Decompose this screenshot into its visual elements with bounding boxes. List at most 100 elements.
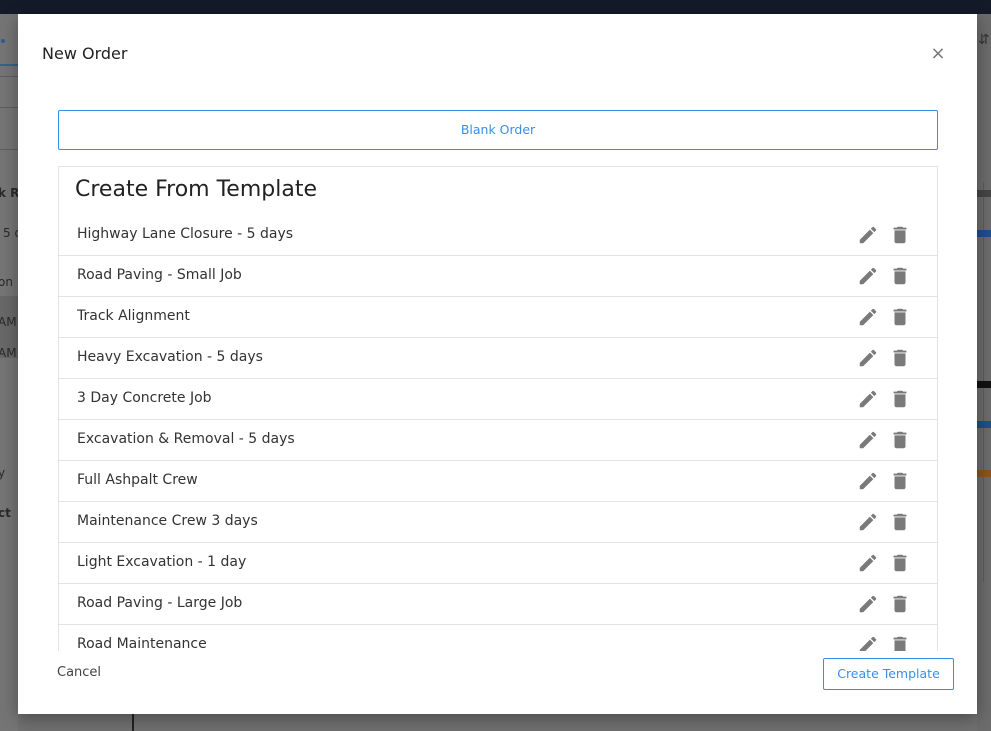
background-gantt-bar xyxy=(977,190,991,197)
background-gantt-bar xyxy=(977,470,991,477)
blank-order-button[interactable]: Blank Order xyxy=(58,110,938,150)
template-row[interactable]: Excavation & Removal - 5 days xyxy=(59,420,937,461)
app-top-bar xyxy=(0,0,991,14)
background-sort-icon: ⇵ xyxy=(978,32,990,48)
delete-template-button[interactable] xyxy=(889,347,911,369)
template-list[interactable]: Highway Lane Closure - 5 days Road Pavin… xyxy=(59,215,937,651)
row-actions xyxy=(857,224,911,246)
background-tab-dot xyxy=(1,39,5,43)
close-icon: × xyxy=(930,43,946,64)
template-row[interactable]: Heavy Excavation - 5 days xyxy=(59,338,937,379)
edit-template-button[interactable] xyxy=(857,593,879,615)
row-actions xyxy=(857,552,911,574)
edit-template-button[interactable] xyxy=(857,265,879,287)
template-name[interactable]: Road Maintenance xyxy=(77,636,207,651)
row-actions xyxy=(857,306,911,328)
background-divider xyxy=(132,714,134,731)
delete-template-button[interactable] xyxy=(889,306,911,328)
row-actions xyxy=(857,634,911,651)
background-cell: y xyxy=(0,466,6,480)
pencil-icon xyxy=(859,636,877,651)
delete-template-button[interactable] xyxy=(889,470,911,492)
cancel-button[interactable]: Cancel xyxy=(57,665,101,680)
row-actions xyxy=(857,347,911,369)
trash-icon xyxy=(893,636,907,651)
edit-template-button[interactable] xyxy=(857,511,879,533)
template-row[interactable]: Road Paving - Small Job xyxy=(59,256,937,297)
pencil-icon xyxy=(859,226,877,244)
pencil-icon xyxy=(859,308,877,326)
template-row[interactable]: Maintenance Crew 3 days xyxy=(59,502,937,543)
template-name[interactable]: 3 Day Concrete Job xyxy=(77,390,212,406)
row-actions xyxy=(857,593,911,615)
modal-title: New Order xyxy=(42,44,128,63)
template-row[interactable]: Track Alignment xyxy=(59,297,937,338)
trash-icon xyxy=(893,226,907,244)
edit-template-button[interactable] xyxy=(857,306,879,328)
row-actions xyxy=(857,429,911,451)
new-order-modal: New Order × Blank Order Create From Temp… xyxy=(18,14,977,714)
template-name[interactable]: Light Excavation - 1 day xyxy=(77,554,246,570)
background-gantt-bar xyxy=(977,421,991,428)
template-row[interactable]: Road Maintenance xyxy=(59,625,937,651)
template-name[interactable]: Road Paving - Large Job xyxy=(77,595,242,611)
background-divider xyxy=(0,107,18,108)
background-gantt-bar xyxy=(977,381,991,388)
edit-template-button[interactable] xyxy=(857,224,879,246)
trash-icon xyxy=(893,308,907,326)
template-row[interactable]: 3 Day Concrete Job xyxy=(59,379,937,420)
template-name[interactable]: Excavation & Removal - 5 days xyxy=(77,431,295,447)
pencil-icon xyxy=(859,513,877,531)
row-actions xyxy=(857,265,911,287)
edit-template-button[interactable] xyxy=(857,552,879,574)
trash-icon xyxy=(893,472,907,490)
template-name[interactable]: Heavy Excavation - 5 days xyxy=(77,349,263,365)
background-gantt-bar xyxy=(977,230,991,237)
create-template-button[interactable]: Create Template xyxy=(823,658,954,690)
template-row[interactable]: Highway Lane Closure - 5 days xyxy=(59,215,937,256)
delete-template-button[interactable] xyxy=(889,265,911,287)
pencil-icon xyxy=(859,431,877,449)
delete-template-button[interactable] xyxy=(889,511,911,533)
background-tab-underline xyxy=(0,64,18,66)
delete-template-button[interactable] xyxy=(889,224,911,246)
delete-template-button[interactable] xyxy=(889,429,911,451)
trash-icon xyxy=(893,431,907,449)
template-name[interactable]: Highway Lane Closure - 5 days xyxy=(77,226,293,242)
close-button[interactable]: × xyxy=(928,44,948,64)
template-row[interactable]: Full Ashpalt Crew xyxy=(59,461,937,502)
background-cell: 5 d xyxy=(3,226,18,240)
template-name[interactable]: Track Alignment xyxy=(77,308,190,324)
background-divider xyxy=(0,76,18,77)
row-actions xyxy=(857,470,911,492)
pencil-icon xyxy=(859,595,877,613)
template-section-heading: Create From Template xyxy=(75,177,317,202)
background-divider xyxy=(0,149,18,150)
pencil-icon xyxy=(859,349,877,367)
trash-icon xyxy=(893,554,907,572)
pencil-icon xyxy=(859,472,877,490)
template-row[interactable]: Road Paving - Large Job xyxy=(59,584,937,625)
row-actions xyxy=(857,511,911,533)
pencil-icon xyxy=(859,267,877,285)
delete-template-button[interactable] xyxy=(889,388,911,410)
edit-template-button[interactable] xyxy=(857,470,879,492)
trash-icon xyxy=(893,513,907,531)
template-row[interactable]: Light Excavation - 1 day xyxy=(59,543,937,584)
pencil-icon xyxy=(859,390,877,408)
template-name[interactable]: Road Paving - Small Job xyxy=(77,267,242,283)
edit-template-button[interactable] xyxy=(857,429,879,451)
delete-template-button[interactable] xyxy=(889,634,911,651)
trash-icon xyxy=(893,390,907,408)
delete-template-button[interactable] xyxy=(889,593,911,615)
template-panel: Create From Template Highway Lane Closur… xyxy=(58,166,938,651)
edit-template-button[interactable] xyxy=(857,347,879,369)
edit-template-button[interactable] xyxy=(857,388,879,410)
edit-template-button[interactable] xyxy=(857,634,879,651)
background-app-right-edge xyxy=(977,14,991,731)
background-cell: AM xyxy=(0,315,17,329)
delete-template-button[interactable] xyxy=(889,552,911,574)
template-name[interactable]: Full Ashpalt Crew xyxy=(77,472,198,488)
template-name[interactable]: Maintenance Crew 3 days xyxy=(77,513,258,529)
background-app-left-edge: k R 5 d on AM AM y ct xyxy=(0,14,18,731)
